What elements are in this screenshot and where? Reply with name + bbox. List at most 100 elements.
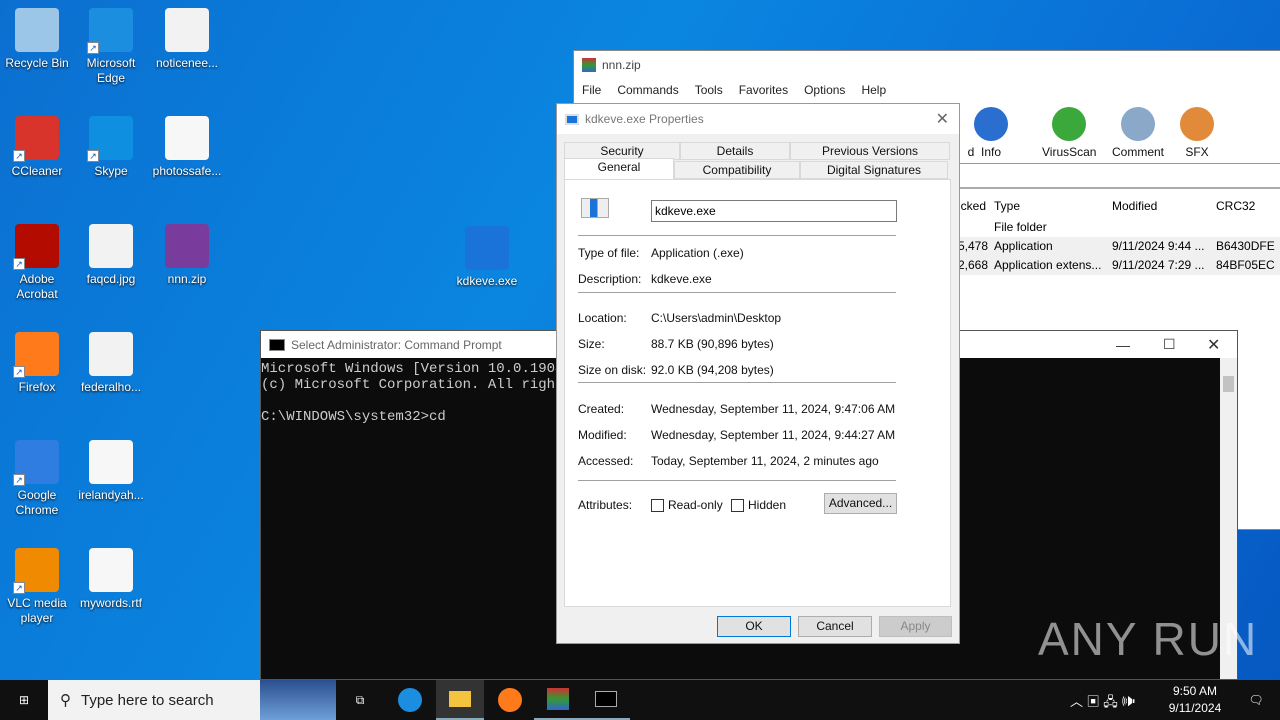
toolbar-virusscan-button[interactable]: VirusScan xyxy=(1042,107,1096,159)
ok-button[interactable]: OK xyxy=(717,616,791,637)
toolbar-sfx-button[interactable]: SFX xyxy=(1180,107,1214,159)
desktop-icon-faqcd-jpg[interactable]: faqcd.jpg xyxy=(74,224,148,287)
desktop-icon-recycle-bin[interactable]: Recycle Bin xyxy=(0,8,74,71)
tab-details[interactable]: Details xyxy=(680,142,790,160)
menu-help[interactable]: Help xyxy=(861,83,886,97)
system-tray[interactable]: ︿ ▣ 🖧 🕪 xyxy=(1070,691,1135,715)
desktop-icon-noticenee-[interactable]: noticenee... xyxy=(150,8,224,71)
close-button[interactable]: ✕ xyxy=(1207,335,1220,355)
close-button[interactable]: ✕ xyxy=(936,109,949,129)
general-tab-panel: Type of file: Application (.exe) Descripti… xyxy=(564,179,951,607)
icon-label: noticenee... xyxy=(155,56,219,70)
advanced-button[interactable]: Advanced... xyxy=(824,493,897,514)
winrar-taskbar-icon[interactable] xyxy=(534,680,582,720)
cell: Type xyxy=(994,199,1021,213)
field-value: Wednesday, September 11, 2024, 9:47:06 A… xyxy=(651,402,896,416)
anyrun-watermark: ANY RUN xyxy=(1038,613,1259,665)
vlc-icon: ↗ xyxy=(13,548,59,594)
winrar-titlebar[interactable]: nnn.zip xyxy=(574,51,1280,79)
field-label: Type of file: xyxy=(578,246,640,260)
dialog-titlebar[interactable]: kdkeve.exe Properties ✕ xyxy=(557,104,959,134)
icon-label: VLC media player xyxy=(7,596,67,625)
field-description: Description: kdkeve.exe xyxy=(578,272,712,286)
tab-digital-signatures[interactable]: Digital Signatures xyxy=(800,161,948,179)
cell: B6430DFE xyxy=(1216,239,1275,253)
filename-input[interactable] xyxy=(651,200,897,222)
firefox-taskbar-icon[interactable] xyxy=(486,680,534,720)
tab-compatibility[interactable]: Compatibility xyxy=(674,161,800,179)
desktop-icon-skype[interactable]: ↗ Skype xyxy=(74,116,148,179)
taskbar: ⊞ ⚲ Type here to search ⧉ ︿ ▣ 🖧 🕪 9:50 AM… xyxy=(0,680,1280,720)
toolbar-comment-button[interactable]: Comment xyxy=(1112,107,1164,159)
icon-label: CCleaner xyxy=(11,164,63,178)
menu-tools[interactable]: Tools xyxy=(695,83,723,97)
winrar-archive-icon xyxy=(165,224,209,268)
field-value: 88.7 KB (90,896 bytes) xyxy=(651,337,774,351)
dialog-title: kdkeve.exe Properties xyxy=(585,112,704,126)
edge-taskbar-icon[interactable] xyxy=(386,680,434,720)
maximize-button[interactable]: ☐ xyxy=(1163,336,1176,353)
field-value: kdkeve.exe xyxy=(651,272,712,286)
desktop-icon-photossafe-[interactable]: photossafe... xyxy=(150,116,224,179)
cancel-button[interactable]: Cancel xyxy=(798,616,872,637)
toolbar-info-button[interactable]: Info xyxy=(974,107,1008,159)
cell: File folder xyxy=(994,220,1047,234)
toolbar-label: VirusScan xyxy=(1042,145,1097,159)
cmd-taskbar-icon[interactable] xyxy=(582,680,630,720)
apply-button[interactable]: Apply xyxy=(879,616,952,637)
menu-options[interactable]: Options xyxy=(804,83,845,97)
task-view-icon[interactable]: ⧉ xyxy=(336,680,384,720)
field-label: Modified: xyxy=(578,428,627,442)
column-header[interactable]: cked Type Modified CRC32 xyxy=(954,197,1280,216)
firefox-icon: ↗ xyxy=(13,332,59,378)
tab-previous-versions[interactable]: Previous Versions xyxy=(790,142,950,160)
menu-favorites[interactable]: Favorites xyxy=(739,83,788,97)
table-row[interactable]: 2,668 Application extens... 9/11/2024 7:29… xyxy=(954,256,1280,275)
desktop-icon-ccleaner[interactable]: ↗ CCleaner xyxy=(0,116,74,179)
icon-label: kdkeve.exe xyxy=(456,274,518,288)
tab-general[interactable]: General xyxy=(564,158,674,179)
sfx-icon xyxy=(1180,107,1214,141)
desktop-icon-firefox[interactable]: ↗ Firefox xyxy=(0,332,74,395)
toolbar-label: Comment xyxy=(1112,145,1165,159)
desktop-icon-adobe-acrobat[interactable]: ↗ Adobe Acrobat xyxy=(0,224,74,302)
desktop-icon-kdkeve-exe[interactable]: kdkeve.exe xyxy=(450,226,524,289)
desktop-icon-microsoft-edge[interactable]: ↗ Microsoft Edge xyxy=(74,8,148,86)
window-title: Select Administrator: Command Prompt xyxy=(291,337,502,352)
desktop-icon-federalho-[interactable]: federalho... xyxy=(74,332,148,395)
shortcut-arrow-icon: ↗ xyxy=(13,582,25,594)
file-explorer-taskbar-icon[interactable] xyxy=(436,680,484,720)
table-row[interactable]: 5,478 Application 9/11/2024 9:44 ... B6430D… xyxy=(954,237,1280,256)
field-label: Attributes: xyxy=(578,498,633,512)
minimize-button[interactable]: — xyxy=(1116,337,1130,353)
notification-icon[interactable]: 🗨 xyxy=(1232,680,1280,720)
field-value: Today, September 11, 2024, 2 minutes ago xyxy=(651,454,879,468)
desktop-icon-google-chrome[interactable]: ↗ Google Chrome xyxy=(0,440,74,518)
menu-commands[interactable]: Commands xyxy=(617,83,678,97)
menu-file[interactable]: File xyxy=(582,83,601,97)
desktop-icon-nnn-zip[interactable]: nnn.zip xyxy=(150,224,224,287)
cell: 84BF05EC xyxy=(1216,258,1275,272)
desktop-icon-irelandyah-[interactable]: irelandyah... xyxy=(74,440,148,503)
field-label: Size: xyxy=(578,337,605,351)
checkbox-label: Read-only xyxy=(668,498,723,512)
field-value: Wednesday, September 11, 2024, 9:44:27 A… xyxy=(651,428,896,442)
image-file-icon xyxy=(165,8,209,52)
separator xyxy=(578,480,896,481)
shortcut-arrow-icon: ↗ xyxy=(13,366,25,378)
hidden-checkbox[interactable]: Hidden xyxy=(731,498,786,513)
exe-icon xyxy=(565,113,579,125)
desktop-icon-vlc-media-player[interactable]: ↗ VLC media player xyxy=(0,548,74,626)
winrar-icon xyxy=(582,58,596,72)
virusscan-icon xyxy=(1052,107,1087,141)
table-row[interactable]: File folder xyxy=(954,218,1280,237)
clock[interactable]: 9:50 AM 9/11/2024 xyxy=(1162,683,1228,717)
field-size-on-disk: Size on disk: 92.0 KB (94,208 bytes) xyxy=(578,363,774,377)
desktop-icon-mywords-rtf[interactable]: mywords.rtf xyxy=(74,548,148,611)
field-label: Accessed: xyxy=(578,454,634,468)
search-highlight-image xyxy=(260,680,336,720)
start-button[interactable]: ⊞ xyxy=(0,680,48,720)
toolbar-label: Info xyxy=(980,145,1001,159)
readonly-checkbox[interactable]: Read-only xyxy=(651,498,723,513)
search-box[interactable]: ⚲ Type here to search xyxy=(48,680,336,720)
